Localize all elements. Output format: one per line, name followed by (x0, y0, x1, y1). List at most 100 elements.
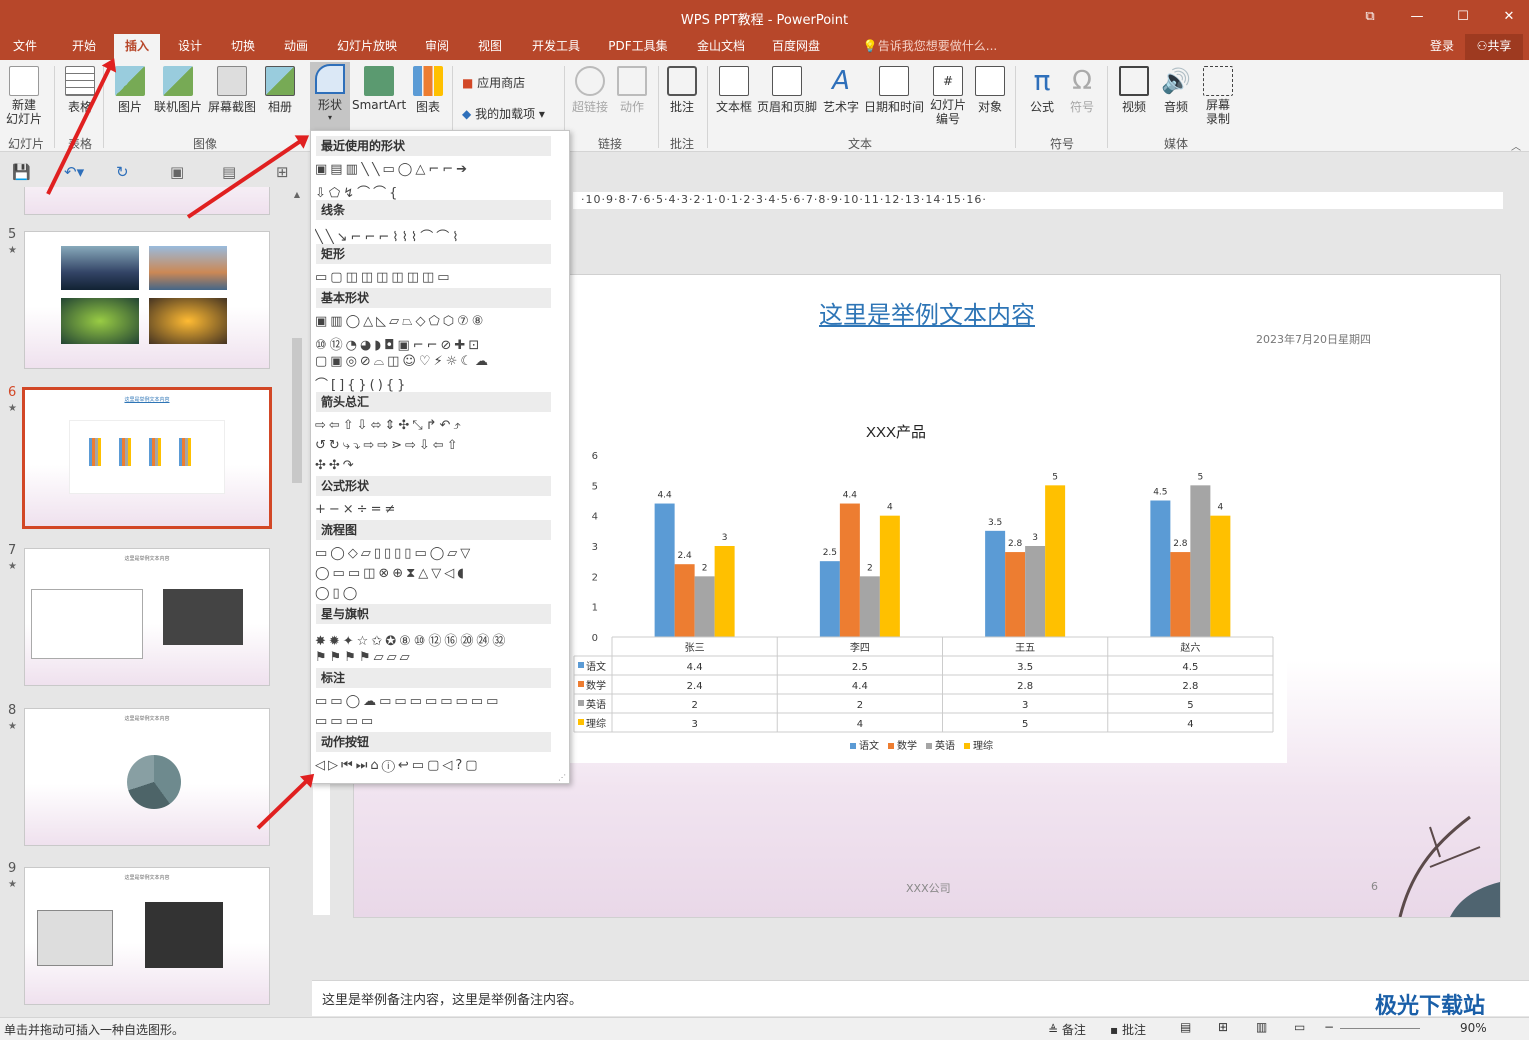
shape-row[interactable]: ╲╲↘⌐⌐⌐⌇⌇⌇⌒⌒⌇ (315, 226, 555, 246)
minimize-button[interactable]: — (1397, 5, 1437, 29)
menu-tab-3[interactable]: 设计 (172, 34, 208, 60)
slide-date[interactable]: 2023年7月20日星期四 (1256, 331, 1371, 347)
zoom-slider[interactable] (1340, 1028, 1420, 1029)
shape-row[interactable]: ▭▭▭▭ (315, 714, 555, 734)
tell-me-search[interactable]: 💡告诉我您想要做什么... (850, 34, 1010, 60)
close-button[interactable]: ✕ (1489, 5, 1529, 29)
zoom-out-button[interactable]: − (1324, 1020, 1334, 1034)
slide-number-button[interactable]: # 幻灯片 编号 (928, 64, 968, 126)
picture-icon (115, 66, 145, 96)
datetime-button[interactable]: 日期和时间 (862, 64, 926, 115)
chart-container[interactable]: XXX产品 0 1 2 3 4 5 6 4.4 2.4 2 3 2.5 4.4 2 4 3.5 2.8 3 5 4.5 2… (560, 409, 1287, 763)
slide-thumb-6[interactable]: 这里是举例文本内容 (22, 387, 272, 529)
store-button[interactable]: ■ 应用商店 (462, 74, 552, 91)
slide-thumb-4[interactable] (24, 187, 270, 215)
comments-toggle-button[interactable]: ▪ 批注 (1110, 1021, 1146, 1038)
symbol-button[interactable]: Ω 符号 (1064, 64, 1100, 115)
menu-tab-10[interactable]: PDF工具集 (600, 34, 676, 60)
shape-row[interactable]: ▭▢◫◫◫◫◫◫▭ (315, 270, 555, 290)
shape-row[interactable]: ✣✣↷ (315, 458, 555, 478)
sorter-view-icon[interactable]: ⊞ (1218, 1020, 1228, 1034)
shape-row[interactable]: ▭▭◯☁▭▭▭▭▭▭▭▭ (315, 694, 555, 714)
header-footer-icon (772, 66, 802, 96)
textbox-button[interactable]: 文本框 (714, 64, 754, 115)
login-button[interactable]: 登录 (1422, 34, 1462, 60)
menu-tab-5[interactable]: 动画 (278, 34, 314, 60)
equation-button[interactable]: π 公式 (1022, 64, 1062, 115)
action-button[interactable]: 动作 (614, 64, 650, 115)
shape-row[interactable]: ⚑⚑⚑⚑▱▱▱ (315, 650, 555, 670)
save-icon[interactable]: 💾 (12, 163, 31, 181)
smartart-button[interactable]: SmartArt (352, 64, 406, 112)
shape-row[interactable]: ▭◯◇▱▯▯▯▯▭◯▱▽ (315, 546, 555, 566)
slide-thumb-5[interactable] (24, 231, 270, 369)
table-button[interactable]: 表格 (62, 64, 98, 115)
shape-row[interactable]: ▣▤▥╲╲▭◯△⌐⌐➔ (315, 162, 555, 182)
format-icon[interactable]: ⊞ (276, 163, 289, 181)
shape-row[interactable]: ◁▷⏮⏭⌂ⓘ↩▭▢◁?▢ (315, 758, 555, 778)
online-picture-button[interactable]: 联机图片 (152, 64, 204, 115)
my-addins-button[interactable]: ◆ 我的加载项 ▾ (462, 105, 562, 122)
slide-footer-company[interactable]: XXX公司 (906, 880, 951, 896)
reading-view-icon[interactable]: ▥ (1256, 1020, 1267, 1034)
menu-tab-8[interactable]: 视图 (470, 34, 510, 60)
redo-icon[interactable]: ↻ (116, 163, 129, 181)
shapes-button[interactable]: 形状 ▾ (310, 62, 350, 130)
album-button[interactable]: 相册 (262, 64, 298, 115)
screen-record-button[interactable]: 屏幕 录制 (1198, 64, 1238, 126)
shape-row[interactable]: +−×÷=≠ (315, 502, 555, 522)
normal-view-icon[interactable]: ▤ (1180, 1020, 1191, 1034)
menu-tab-1[interactable]: 开始 (66, 34, 102, 60)
video-button[interactable]: 视频 (1114, 64, 1154, 115)
collapse-ribbon-icon[interactable]: ︿ (1511, 138, 1521, 153)
resize-grip-icon[interactable]: ⋰ (558, 773, 566, 782)
comment-button[interactable]: 批注 (664, 64, 700, 115)
menu-tab-7[interactable]: 审阅 (418, 34, 456, 60)
shape-row[interactable]: ⇨⇦⇧⇩⬄⇕✣⤡↱↶⤴ (315, 418, 555, 438)
slide-thumb-7[interactable]: 这里是举例文本内容 (24, 548, 270, 686)
object-button[interactable]: 对象 (972, 64, 1008, 115)
shape-row[interactable]: ↺↻⤷⤵⇨⇨⋗⇨⇩⇦⇧ (315, 438, 555, 458)
picture-button[interactable]: 图片 (112, 64, 148, 115)
shape-row[interactable]: ◯▭▭◫⊗⊕⧗△▽◁◖ (315, 566, 555, 586)
menu-tab-11[interactable]: 金山文档 (690, 34, 752, 60)
menu-tab-6[interactable]: 幻灯片放映 (330, 34, 404, 60)
hyperlink-button[interactable]: 超链接 (570, 64, 610, 115)
table-series-label: 理综 (586, 717, 606, 730)
menu-tab-2[interactable]: 插入 (114, 34, 160, 60)
audio-button[interactable]: 🔊 音频 (1156, 64, 1196, 115)
notes-pane[interactable]: 这里是举例备注内容，这里是举例备注内容。 (312, 980, 1529, 1016)
maximize-button[interactable]: ☐ (1443, 5, 1483, 29)
shape-row[interactable]: ⇩⬠↯⌒⌒{ (315, 182, 555, 202)
wordart-button[interactable]: A 艺术字 (822, 64, 860, 115)
share-button[interactable]: ⚇共享 (1465, 34, 1523, 60)
group-label-slides: 幻灯片 (7, 137, 44, 151)
shape-row[interactable]: ⌒[]{}(){} (315, 374, 555, 394)
menu-tab-12[interactable]: 百度网盘 (764, 34, 828, 60)
menu-tab-9[interactable]: 开发工具 (524, 34, 588, 60)
title-bar: WPS PPT教程 - PowerPoint ⧉ — ☐ ✕ (0, 0, 1529, 34)
chart-button[interactable]: 图表 (410, 64, 446, 115)
shape-row[interactable]: ▣▥◯△◺▱⏢◇⬠⬡⑦⑧ (315, 314, 555, 334)
thumbs-scrollbar[interactable]: ▲ (290, 190, 304, 1015)
menu-tab-0[interactable]: 文件 (10, 34, 40, 60)
shape-row[interactable]: ▢▣◎⊘⌓◫☺♡⚡☼☾☁ (315, 354, 555, 374)
screenshot-button[interactable]: 屏幕截图 (206, 64, 258, 115)
slide-thumb-9[interactable]: 这里是举例文本内容 (24, 867, 270, 1005)
notes-toggle-button[interactable]: ≜ 备注 (1048, 1021, 1086, 1038)
undo-icon[interactable]: ↶▾ (64, 163, 84, 181)
comment-icon (667, 66, 697, 96)
shape-row[interactable]: ✸✹✦☆✩✪⑧⑩⑫⑯⑳㉔㉜ (315, 630, 555, 650)
restore-ribbon-icon[interactable]: ⧉ (1350, 5, 1390, 29)
menu-tab-4[interactable]: 切换 (225, 34, 261, 60)
shape-row[interactable]: ◯▯◯ (315, 586, 555, 606)
slide-thumb-8[interactable]: 这里是举例文本内容 (24, 708, 270, 846)
slideshow-view-icon[interactable]: ▭ (1294, 1020, 1305, 1034)
textbox-qat-icon[interactable]: ▤ (222, 163, 236, 181)
legend-key (850, 743, 856, 749)
zoom-level[interactable]: 90% (1460, 1021, 1487, 1035)
slideshow-icon[interactable]: ▣ (170, 163, 184, 181)
new-slide-button[interactable]: 新建 幻灯片 (2, 64, 46, 126)
header-footer-button[interactable]: 页眉和页脚 (756, 64, 818, 115)
shape-row[interactable]: ⑩⑫◔◕◗◘▣⌐⌐⊘✚⊡ (315, 334, 555, 354)
